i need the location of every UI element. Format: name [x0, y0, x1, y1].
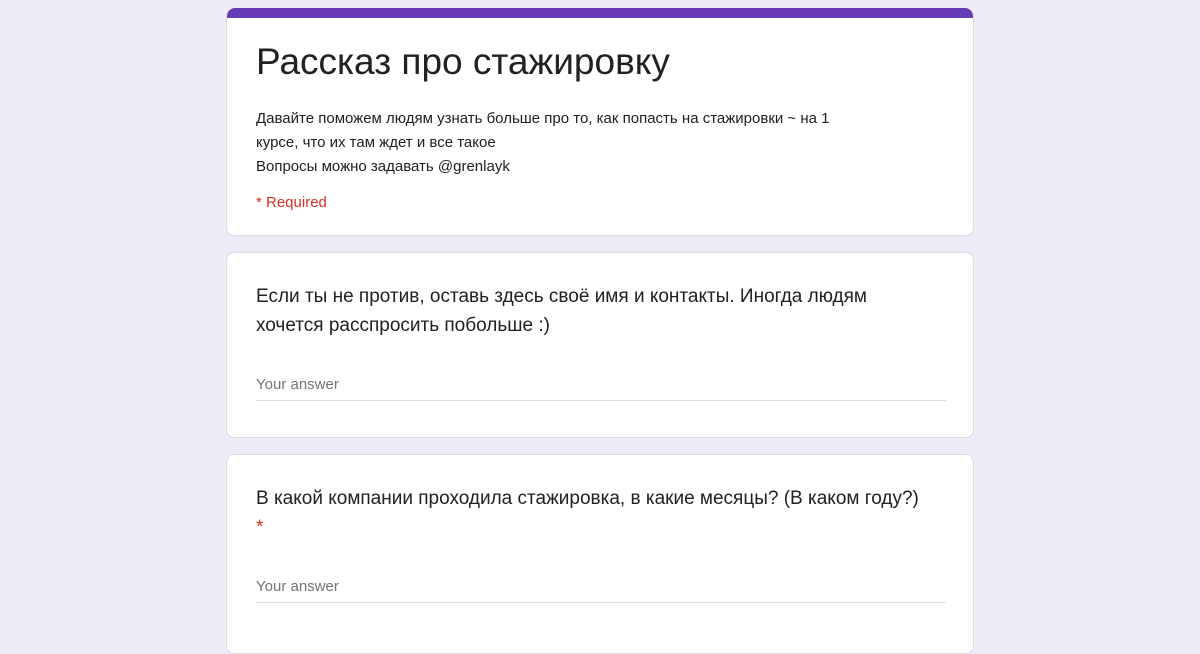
answer-field-company[interactable]: [256, 571, 946, 603]
form-header-card: Рассказ про стажировку Давайте поможем л…: [226, 8, 974, 236]
question-title: В какой компании проходила стажировка, в…: [256, 484, 936, 542]
question-card-contacts: Если ты не против, оставь здесь своё имя…: [226, 252, 974, 438]
form-description-line: Давайте поможем людям узнать больше про …: [256, 110, 830, 127]
form-column: Рассказ про стажировку Давайте поможем л…: [226, 8, 974, 654]
form-description: Давайте поможем людям узнать больше про …: [256, 107, 936, 179]
form-title: Рассказ про стажировку: [256, 41, 670, 82]
question-card-company: В какой компании проходила стажировка, в…: [226, 454, 974, 654]
answer-input[interactable]: [256, 369, 946, 399]
form-description-line: Вопросы можно задавать @grenlayk: [256, 158, 510, 175]
required-asterisk: *: [256, 517, 264, 538]
question-title-line: В какой компании проходила стажировка, в…: [256, 488, 919, 509]
question-title-line: хочется расспросить побольше :): [256, 315, 550, 336]
required-note: * Required: [256, 194, 327, 211]
theme-accent-bar: [227, 8, 973, 18]
answer-field-contacts[interactable]: [256, 369, 946, 401]
question-title: Если ты не против, оставь здесь своё имя…: [256, 282, 936, 340]
form-description-line: курсе, что их там ждет и все такое: [256, 134, 496, 151]
question-title-line: Если ты не против, оставь здесь своё имя…: [256, 286, 867, 307]
answer-input[interactable]: [256, 571, 946, 601]
